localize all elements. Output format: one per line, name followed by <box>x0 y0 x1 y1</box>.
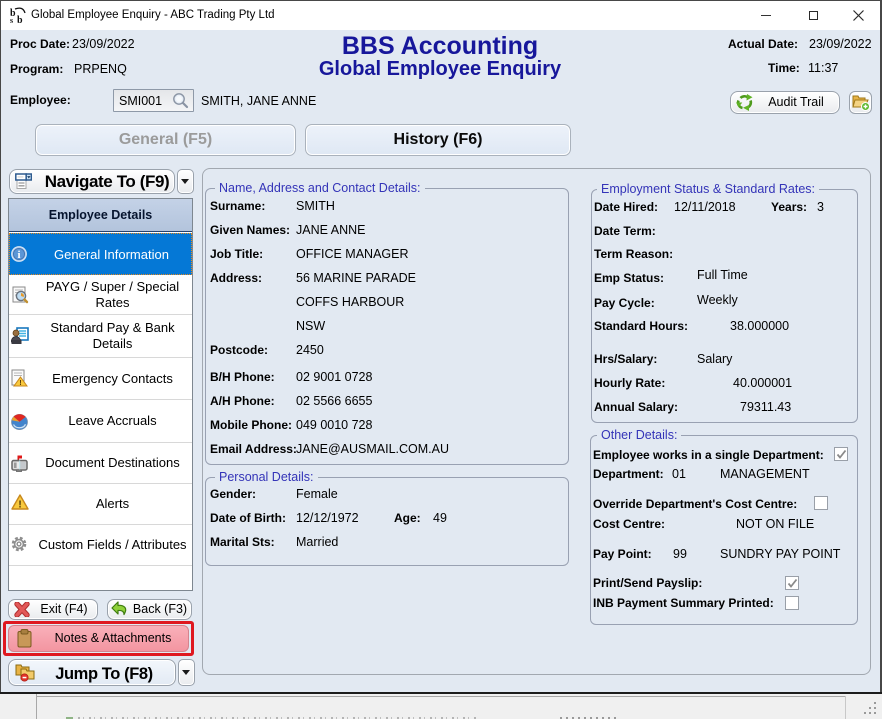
svg-text:s: s <box>10 16 13 24</box>
svg-text:b: b <box>17 15 23 24</box>
svg-text:i: i <box>17 249 20 261</box>
svg-text:!: ! <box>19 378 22 387</box>
svg-text:!: ! <box>18 500 21 511</box>
